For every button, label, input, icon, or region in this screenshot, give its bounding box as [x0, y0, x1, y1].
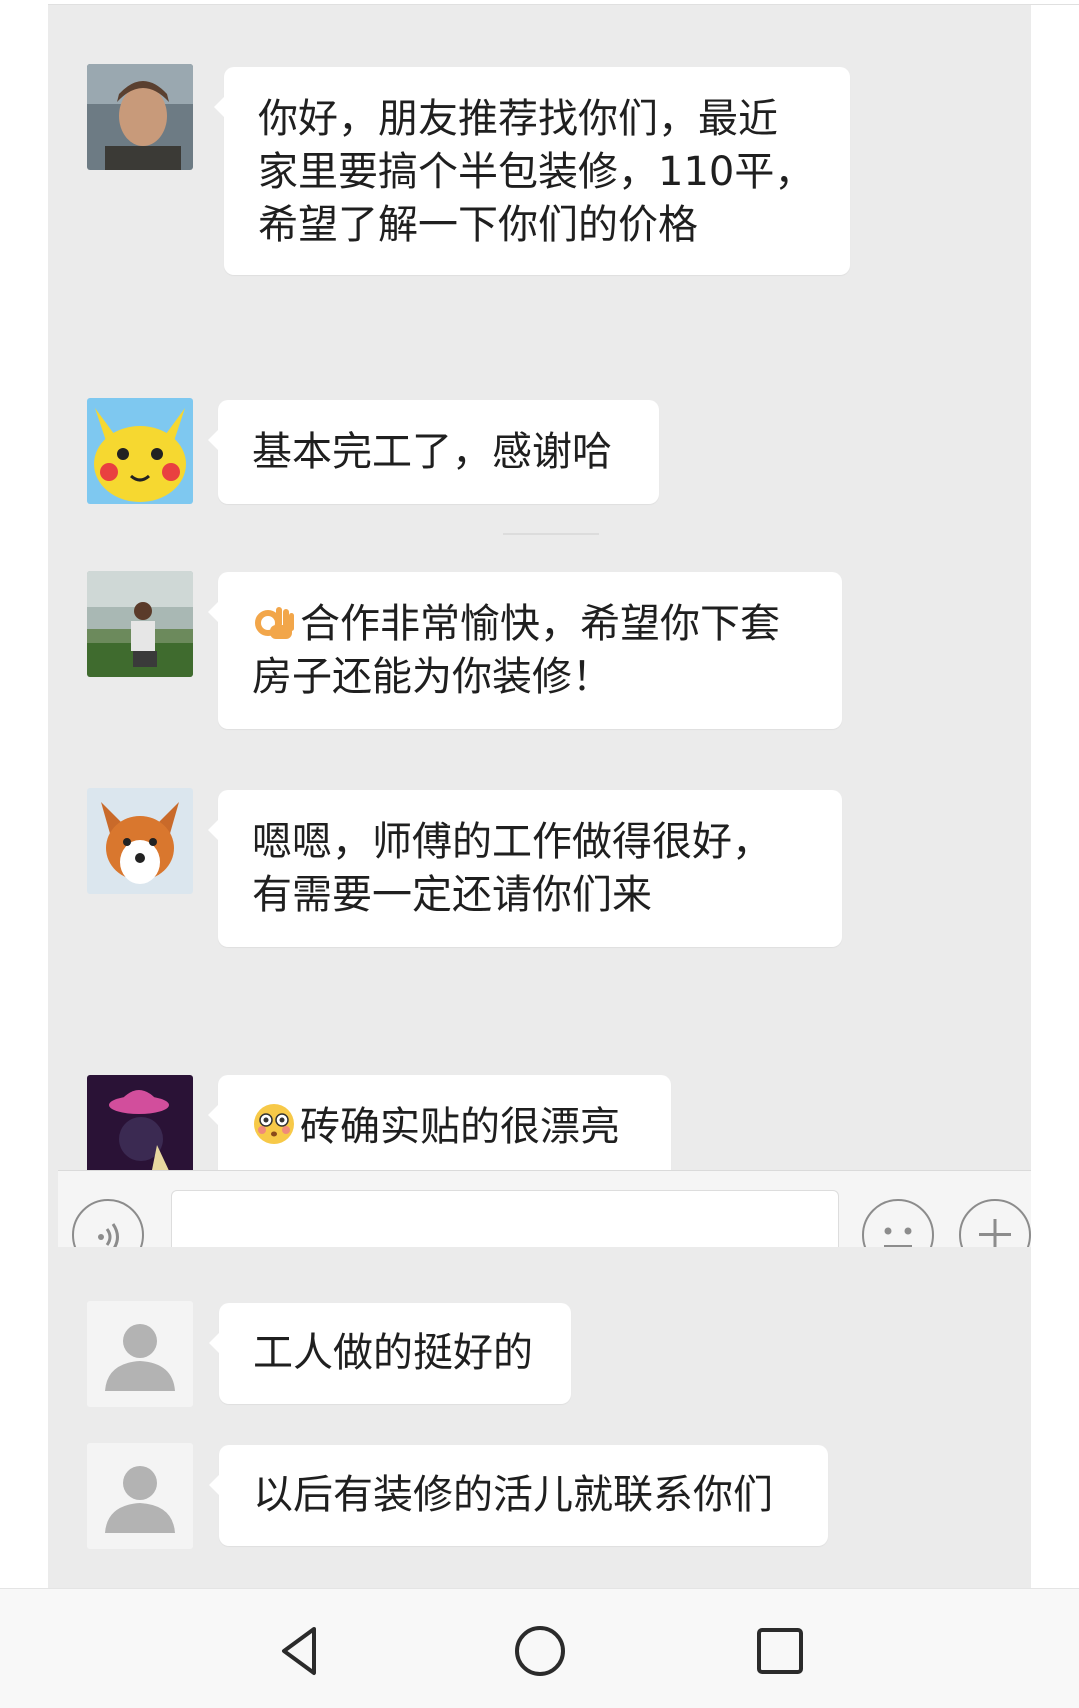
message-bubble[interactable]: 你好，朋友推荐找你们，最近 家里要搞个半包装修，110平， 希望了解一下你们的价… — [214, 67, 850, 275]
top-divider — [48, 4, 1079, 5]
recents-square-icon[interactable] — [750, 1621, 810, 1681]
message-text: 砖确实贴的很漂亮 — [300, 1104, 620, 1150]
message-bubble[interactable]: 工人做的挺好的 — [209, 1303, 571, 1404]
voice-icon[interactable] — [72, 1199, 144, 1247]
ok-hand-emoji-icon — [255, 607, 294, 639]
message-text-line: 希望了解一下你们的价格 — [258, 202, 698, 248]
man-portrait-icon[interactable] — [87, 64, 193, 170]
message-bubble[interactable]: 嗯嗯，师傅的工作做得很好， 有需要一定还请你们来 — [208, 790, 842, 947]
message-text-line: 家里要搞个半包装修，110平， — [258, 149, 815, 195]
message-text-line: 有需要一定还请你们来 — [252, 872, 652, 918]
message-text-line: 你好，朋友推荐找你们，最近 — [258, 96, 778, 142]
message-text-line: 以后有装修的活儿就联系你们 — [253, 1472, 773, 1518]
hat-figure-avatar-icon[interactable] — [87, 1075, 193, 1181]
pikachu-avatar-icon[interactable] — [87, 398, 193, 504]
message-text: 合作非常愉快，希望你下套 — [300, 601, 780, 647]
navigation-bar — [0, 1588, 1079, 1708]
default-user-icon[interactable] — [87, 1443, 193, 1549]
emoji-icon[interactable] — [862, 1199, 934, 1247]
message-text-line: 嗯嗯，师傅的工作做得很好， — [252, 819, 772, 865]
message-text-line: 工人做的挺好的 — [253, 1330, 533, 1376]
flushed-face-emoji-icon — [254, 1104, 294, 1144]
message-bubble[interactable]: 砖确实贴的很漂亮 — [208, 1075, 671, 1185]
message-text-line: 砖确实贴的很漂亮 — [252, 1101, 637, 1154]
message-text-line: 房子还能为你装修！ — [252, 654, 612, 700]
message-bubble[interactable]: 基本完工了，感谢哈 — [208, 400, 659, 504]
back-triangle-icon[interactable] — [270, 1621, 330, 1681]
message-bubble[interactable]: 合作非常愉快，希望你下套 房子还能为你装修！ — [208, 572, 842, 729]
message-bubble[interactable]: 以后有装修的活儿就联系你们 — [209, 1445, 828, 1546]
input-bar — [58, 1170, 1031, 1247]
riverside-man-avatar-icon[interactable] — [87, 571, 193, 677]
message-input[interactable] — [171, 1190, 839, 1247]
message-text-line: 合作非常愉快，希望你下套 — [252, 598, 808, 651]
default-user-icon[interactable] — [87, 1301, 193, 1407]
plus-icon[interactable] — [959, 1199, 1031, 1247]
home-circle-icon[interactable] — [510, 1621, 570, 1681]
divider — [503, 533, 599, 535]
fox-avatar-icon[interactable] — [87, 788, 193, 894]
message-text-line: 基本完工了，感谢哈 — [252, 429, 612, 475]
